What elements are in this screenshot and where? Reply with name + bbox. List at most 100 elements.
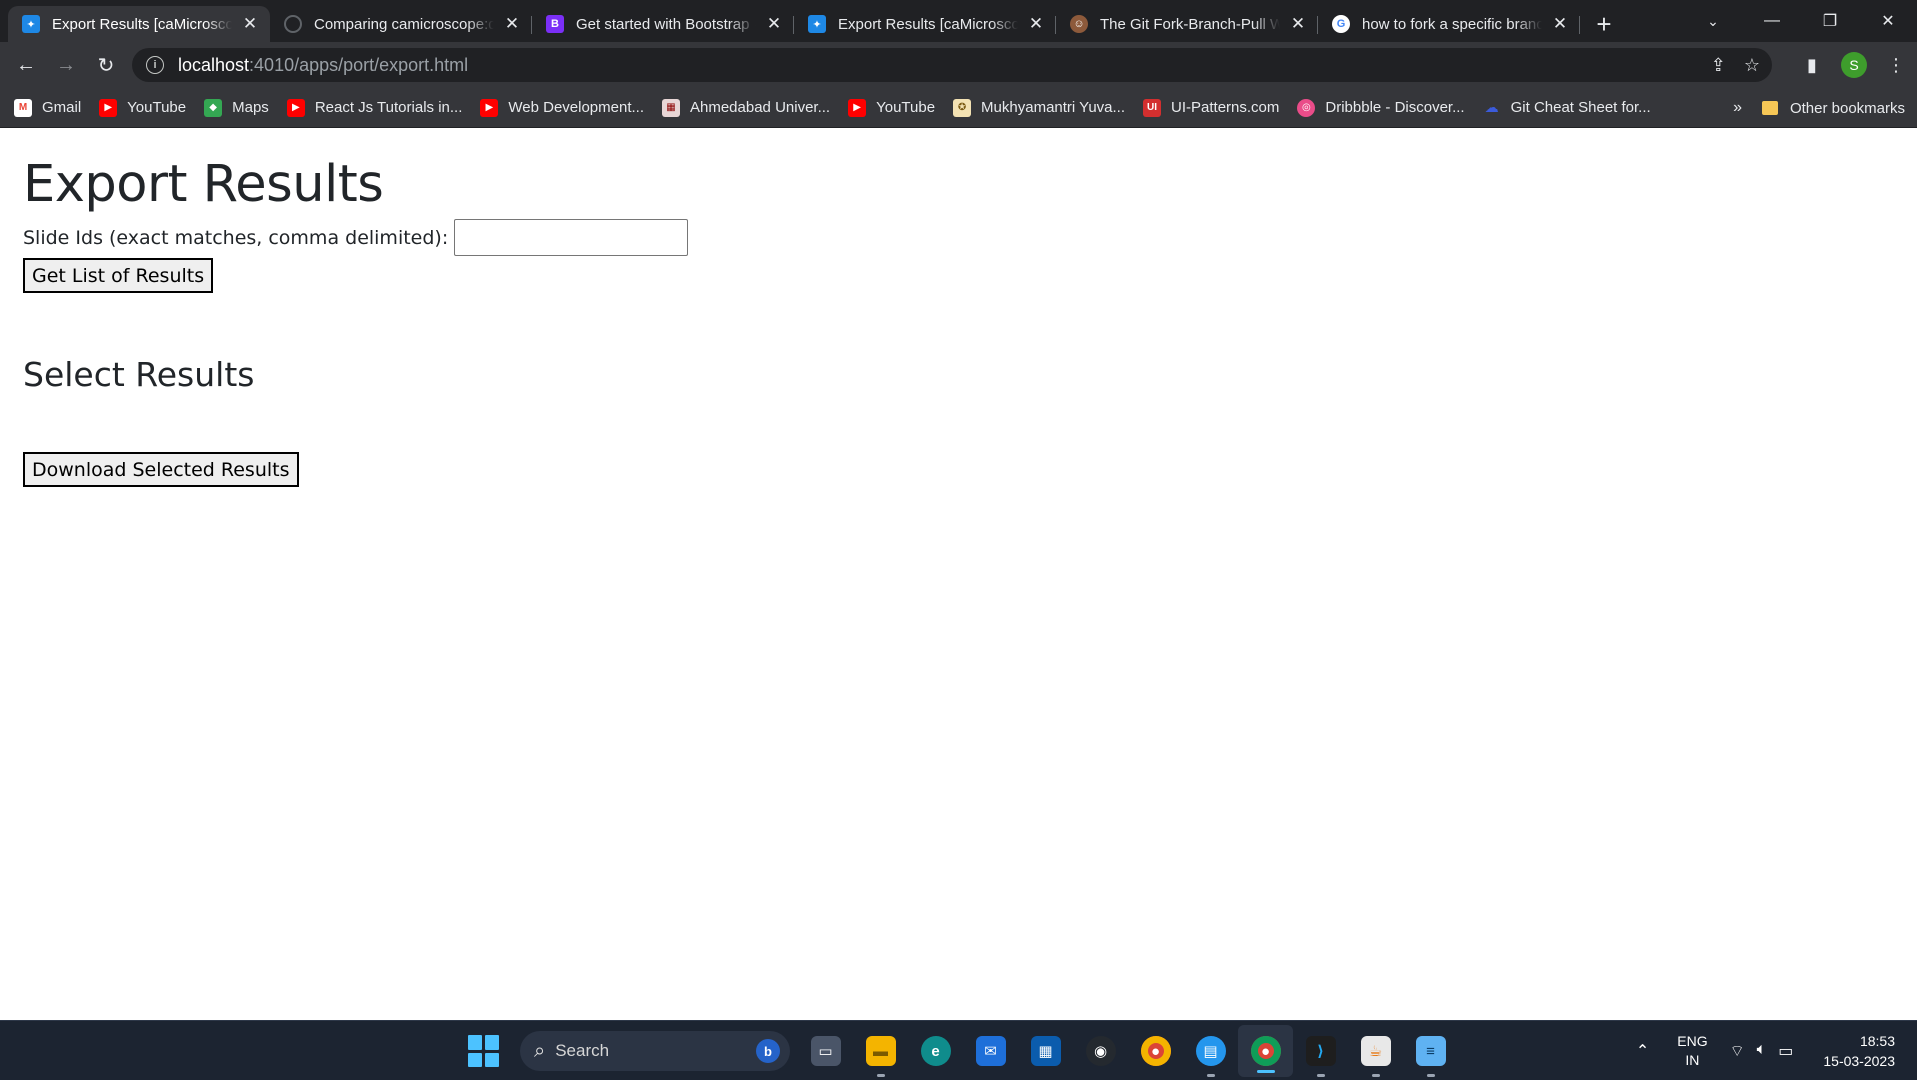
window-controls: — ❐ ✕ (1743, 0, 1917, 42)
taskbar: ⌕ Search b ▭ ▬ e ✉ ▦ ◉ ● ▤ ● ⟩ ☕ ≡ ⌃ ENG… (0, 1020, 1917, 1080)
menu-icon[interactable]: ⋮ (1875, 42, 1917, 88)
running-indicator (1257, 1070, 1275, 1073)
close-icon[interactable]: ✕ (1026, 14, 1046, 34)
edge-icon[interactable]: e (908, 1021, 963, 1080)
restore-button[interactable]: ❐ (1801, 0, 1859, 42)
bookmark-youtube[interactable]: ▶ YouTube (99, 98, 186, 117)
chrome-profile-icon[interactable]: ● (1238, 1025, 1293, 1077)
reload-button[interactable]: ↻ (88, 47, 124, 83)
docker-icon[interactable]: ▤ (1183, 1021, 1238, 1080)
close-icon[interactable]: ✕ (1288, 14, 1308, 34)
search-icon: ⌕ (534, 1039, 546, 1062)
bookmark-youtube-2[interactable]: ▶ YouTube (848, 98, 935, 117)
bookmark-mukhyamantri[interactable]: ✪ Mukhyamantri Yuva... (953, 98, 1125, 117)
bookmark-label: Ahmedabad Univer... (690, 99, 831, 116)
bookmark-ui-patterns[interactable]: UI UI-Patterns.com (1143, 98, 1279, 117)
bing-icon[interactable]: b (756, 1039, 780, 1063)
bookmark-ahmedabad-university[interactable]: ▦ Ahmedabad Univer... (662, 98, 831, 117)
forward-button[interactable]: → (48, 47, 84, 83)
running-indicator (1372, 1074, 1380, 1077)
tab-comparing-camicroscope[interactable]: Comparing camicroscope:develop ✕ (270, 6, 532, 42)
url-path: :4010/apps/port/export.html (249, 54, 469, 75)
running-indicator (1207, 1074, 1215, 1077)
running-indicator (877, 1074, 885, 1077)
close-icon[interactable]: ✕ (764, 14, 784, 34)
omnibox-actions: ⇪ ☆ (1711, 48, 1760, 82)
bookmark-web-development[interactable]: ▶ Web Development... (480, 98, 644, 117)
tab-bootstrap[interactable]: B Get started with Bootstrap · Bootstrap… (532, 6, 794, 42)
side-panel-icon[interactable]: ▮ (1791, 42, 1833, 88)
youtube-icon: ▶ (480, 98, 499, 117)
language-indicator[interactable]: ENG IN (1677, 1032, 1707, 1070)
bookmark-dribbble[interactable]: ◎ Dribbble - Discover... (1297, 98, 1465, 117)
notepad-icon[interactable]: ≡ (1403, 1021, 1458, 1080)
close-icon[interactable]: ✕ (240, 14, 260, 34)
share-icon[interactable]: ⇪ (1711, 55, 1726, 76)
bookmark-maps[interactable]: ◆ Maps (204, 98, 269, 117)
bookmark-label: Maps (232, 99, 269, 116)
emblem-icon: ✪ (953, 98, 972, 117)
wifi-icon: ⌔ (1729, 1043, 1745, 1060)
battery-icon: ▭ (1778, 1043, 1794, 1060)
browser-tab-strip: ✦ Export Results [caMicroscope] ✕ Compar… (0, 0, 1917, 42)
running-indicator (1427, 1074, 1435, 1077)
toolbar-right: ▮ S ⋮ (1791, 42, 1917, 88)
close-icon[interactable]: ✕ (1550, 14, 1570, 34)
page-content: Export Results Slide Ids (exact matches,… (0, 128, 1917, 1020)
java-icon[interactable]: ☕ (1348, 1021, 1403, 1080)
minimize-button[interactable]: — (1743, 0, 1801, 42)
youtube-icon: ▶ (286, 98, 305, 117)
task-view-icon[interactable]: ▭ (798, 1021, 853, 1080)
vscode-icon[interactable]: ⟩ (1293, 1021, 1348, 1080)
tab-title: Export Results [caMicroscope] (838, 15, 1018, 33)
file-explorer-icon[interactable]: ▬ (853, 1021, 908, 1080)
site-info-icon[interactable]: i (146, 56, 164, 74)
chrome-icon[interactable]: ● (1128, 1021, 1183, 1080)
address-bar[interactable]: i localhost:4010/apps/port/export.html ⇪… (132, 48, 1772, 82)
more-bookmarks-button[interactable]: » (1733, 88, 1742, 128)
bookmark-gmail[interactable]: M Gmail (14, 98, 81, 117)
tray-icons[interactable]: ⌔ 🔈︎ ▭ (1730, 1041, 1794, 1061)
system-tray: ⌃ ENG IN ⌔ 🔈︎ ▭ 18:53 15-03-2023 (1636, 1021, 1917, 1080)
windows-start-icon[interactable] (468, 1035, 500, 1067)
bookmark-star-icon[interactable]: ☆ (1744, 55, 1760, 76)
other-bookmarks-folder[interactable]: Other bookmarks (1761, 88, 1905, 128)
youtube-icon: ▶ (99, 98, 118, 117)
bookmark-label: Dribbble - Discover... (1325, 99, 1465, 116)
tab-search-icon[interactable]: ⌄ (1693, 6, 1733, 36)
tab-export-results-2[interactable]: ✦ Export Results [caMicroscope] ✕ (794, 6, 1056, 42)
profile-button[interactable]: S (1833, 42, 1875, 88)
ui-patterns-icon: UI (1143, 98, 1162, 117)
bootstrap-icon: B (546, 15, 564, 33)
taskbar-search-box[interactable]: ⌕ Search b (520, 1031, 790, 1071)
bookmark-react-tutorials[interactable]: ▶ React Js Tutorials in... (286, 98, 463, 117)
youtube-icon: ▶ (848, 98, 867, 117)
other-bookmarks-label: Other bookmarks (1789, 99, 1905, 117)
close-icon[interactable]: ✕ (502, 14, 522, 34)
browser-toolbar: ← → ↻ i localhost:4010/apps/port/export.… (0, 42, 1917, 88)
tab-git-workflow[interactable]: ☺ The Git Fork-Branch-Pull Workflow ✕ (1056, 6, 1318, 42)
tab-export-results[interactable]: ✦ Export Results [caMicroscope] ✕ (8, 6, 270, 42)
clock[interactable]: 18:53 15-03-2023 (1823, 1031, 1895, 1071)
bookmark-git-cheat-sheet[interactable]: ☁ Git Cheat Sheet for... (1482, 98, 1651, 117)
tab-fork-branch[interactable]: G how to fork a specific branch ✕ (1318, 6, 1580, 42)
tab-title: Get started with Bootstrap · Bootstrap (576, 15, 756, 33)
bookmark-label: React Js Tutorials in... (314, 99, 463, 116)
clock-date: 15-03-2023 (1823, 1053, 1895, 1069)
github-desktop-icon[interactable]: ◉ (1073, 1021, 1128, 1080)
new-tab-button[interactable]: + (1584, 6, 1624, 42)
close-window-button[interactable]: ✕ (1859, 0, 1917, 42)
university-icon: ▦ (662, 98, 680, 117)
region-code: IN (1685, 1052, 1700, 1068)
taskbar-apps: ⌕ Search b ▭ ▬ e ✉ ▦ ◉ ● ▤ ● ⟩ ☕ ≡ (468, 1021, 1458, 1080)
slide-ids-input[interactable] (454, 219, 689, 257)
chevron-up-icon[interactable]: ⌃ (1636, 1041, 1649, 1061)
back-button[interactable]: ← (8, 47, 44, 83)
get-results-button[interactable]: Get List of Results (23, 258, 214, 294)
cloud-icon: ☁ (1482, 98, 1501, 117)
google-icon: G (1332, 15, 1350, 33)
store-icon[interactable]: ▦ (1018, 1021, 1073, 1080)
tab-title: how to fork a specific branch (1362, 15, 1542, 33)
mail-icon[interactable]: ✉ (963, 1021, 1018, 1080)
download-selected-button[interactable]: Download Selected Results (23, 452, 299, 488)
